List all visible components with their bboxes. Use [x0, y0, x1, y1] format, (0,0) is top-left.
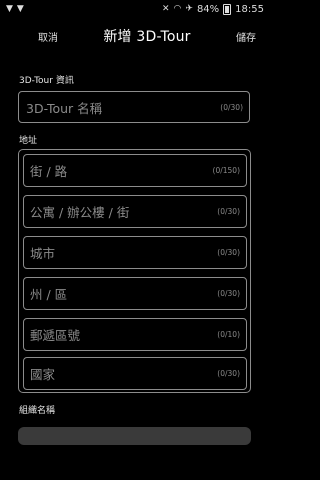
postal-code-placeholder: 郵遞區號	[30, 328, 81, 343]
cancel-button[interactable]: 取消	[38, 29, 58, 44]
shield-icon: ▼	[6, 3, 13, 14]
city-placeholder: 城市	[30, 246, 56, 261]
org-name-input[interactable]	[18, 427, 251, 445]
country-field[interactable]: 國家 (0/30)	[23, 357, 247, 390]
state-counter: (0/30)	[217, 289, 240, 298]
country-placeholder: 國家	[30, 367, 56, 382]
save-button[interactable]: 儲存	[236, 29, 256, 44]
battery-percent: 84%	[196, 3, 220, 15]
tour-info-label: 3D-Tour 資訊	[19, 76, 74, 86]
app-bar: 取消 新增 3D-Tour 儲存	[0, 18, 270, 54]
tour-name-placeholder: 3D-Tour 名稱	[26, 100, 103, 116]
apartment-placeholder: 公寓 / 辦公樓 / 街	[30, 205, 130, 220]
wifi-icon: ◠	[173, 3, 182, 14]
clock: 18:55	[235, 3, 264, 15]
postal-code-field[interactable]: 郵遞區號 (0/10)	[23, 318, 247, 351]
airplane-icon: ✈	[185, 3, 193, 14]
status-bar: ▼ ▼ ✕ ◠ ✈ 84% 18:55	[0, 0, 270, 18]
city-counter: (0/30)	[217, 248, 240, 257]
shield-icon: ▼	[16, 3, 24, 14]
postal-code-counter: (0/10)	[217, 330, 240, 339]
state-placeholder: 州 / 區	[30, 287, 68, 302]
mute-icon: ✕	[161, 3, 170, 14]
street-counter: (0/150)	[212, 166, 240, 175]
apartment-counter: (0/30)	[217, 207, 240, 216]
tour-name-field[interactable]: 3D-Tour 名稱 (0/30)	[18, 91, 250, 123]
org-name-label: 組織名稱	[19, 406, 56, 416]
status-right: ✕ ◠ ✈ 84% 18:55	[161, 3, 264, 15]
tour-name-counter: (0/30)	[220, 102, 243, 112]
state-field[interactable]: 州 / 區 (0/30)	[23, 277, 247, 310]
country-counter: (0/30)	[217, 369, 240, 378]
city-field[interactable]: 城市 (0/30)	[23, 236, 247, 269]
street-placeholder: 街 / 路	[30, 164, 68, 179]
street-field[interactable]: 街 / 路 (0/150)	[23, 154, 247, 187]
apartment-field[interactable]: 公寓 / 辦公樓 / 街 (0/30)	[23, 195, 247, 228]
address-label: 地址	[19, 136, 38, 146]
battery-icon	[223, 3, 232, 15]
address-group: 街 / 路 (0/150) 公寓 / 辦公樓 / 街 (0/30) 城市 (0/…	[18, 149, 251, 393]
status-left: ▼ ▼	[6, 3, 24, 14]
page-title: 新增 3D-Tour	[103, 29, 191, 45]
